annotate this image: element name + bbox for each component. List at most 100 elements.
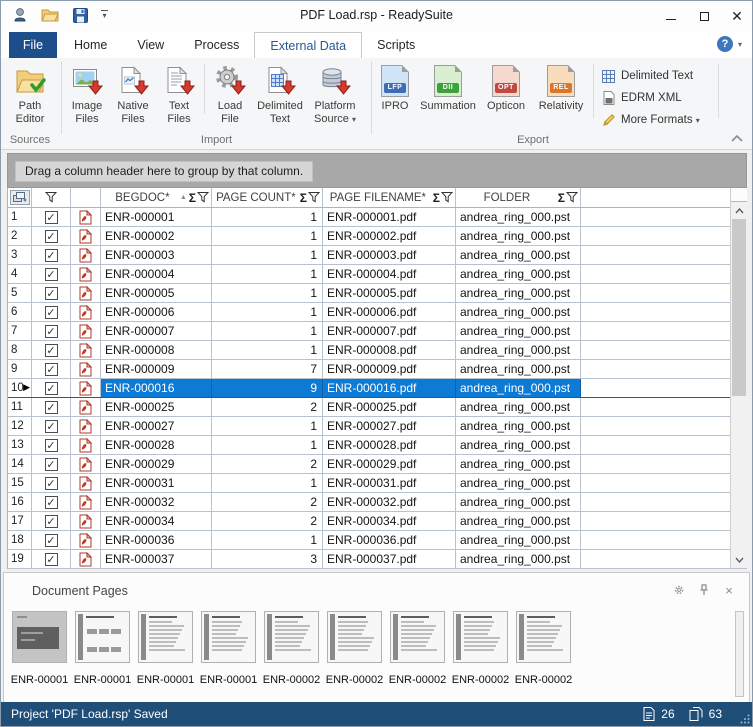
document-page-thumbnail[interactable]: ENR-00001 bbox=[200, 611, 257, 699]
row-checkbox[interactable]: ✓ bbox=[44, 438, 58, 452]
document-page-thumbnail[interactable]: ENR-00001 bbox=[11, 611, 68, 699]
scrollbar-thumb[interactable] bbox=[732, 219, 746, 396]
begdoc-cell[interactable]: ENR-000025 bbox=[101, 398, 212, 416]
row-number-cell[interactable]: 8 bbox=[8, 341, 32, 359]
scroll-down-arrow-icon[interactable] bbox=[731, 553, 747, 567]
summary-sigma-icon[interactable]: Σ bbox=[300, 191, 307, 205]
row-checkbox-cell[interactable]: ✓ bbox=[32, 284, 71, 302]
folder-cell[interactable]: andrea_ring_000.pst bbox=[456, 360, 581, 378]
pdf-column-header[interactable] bbox=[71, 188, 101, 207]
row-checkbox[interactable]: ✓ bbox=[44, 495, 58, 509]
page-filename-cell[interactable]: ENR-000037.pdf bbox=[323, 550, 456, 568]
begdoc-cell[interactable]: ENR-000002 bbox=[101, 227, 212, 245]
page-filename-cell[interactable]: ENR-000036.pdf bbox=[323, 531, 456, 549]
row-number-cell[interactable]: 19 bbox=[8, 550, 32, 568]
document-page-thumbnail[interactable]: ENR-00002 bbox=[326, 611, 383, 699]
path-editor-button[interactable]: Path Editor bbox=[8, 63, 52, 125]
page-count-cell[interactable]: 1 bbox=[212, 322, 323, 340]
document-page-thumbnail[interactable]: ENR-00001 bbox=[74, 611, 131, 699]
edrm-xml-export-button[interactable]: EDRM XML bbox=[601, 88, 715, 108]
platform-source-button[interactable]: Platform Source ▾ bbox=[307, 63, 363, 126]
row-checkbox-cell[interactable]: ✓ bbox=[32, 493, 71, 511]
column-header-folder[interactable]: FOLDER Σ bbox=[456, 188, 581, 207]
table-row[interactable]: 17 ✓ ENR-000034 2 ENR-000034.pdf andrea_ring_… bbox=[8, 512, 747, 531]
document-page-thumbnail[interactable]: ENR-00002 bbox=[452, 611, 509, 699]
text-files-button[interactable]: Text Files bbox=[156, 63, 202, 125]
row-number-cell[interactable]: 14 bbox=[8, 455, 32, 473]
collapse-ribbon-chevron-icon[interactable] bbox=[731, 135, 743, 142]
summation-export-button[interactable]: DII Summation bbox=[416, 63, 480, 113]
folder-cell[interactable]: andrea_ring_000.pst bbox=[456, 322, 581, 340]
help-caret-icon[interactable]: ▾ bbox=[738, 40, 742, 49]
page-filename-cell[interactable]: ENR-000006.pdf bbox=[323, 303, 456, 321]
row-checkbox[interactable]: ✓ bbox=[44, 229, 58, 243]
row-checkbox[interactable]: ✓ bbox=[44, 267, 58, 281]
table-row[interactable]: 18 ✓ ENR-000036 1 ENR-000036.pdf andrea_ring_… bbox=[8, 531, 747, 550]
page-count-cell[interactable]: 1 bbox=[212, 227, 323, 245]
row-checkbox[interactable]: ✓ bbox=[44, 457, 58, 471]
document-page-thumbnail[interactable]: ENR-00002 bbox=[389, 611, 446, 699]
resize-grip[interactable] bbox=[740, 714, 750, 724]
table-row[interactable]: 5 ✓ ENR-000005 1 ENR-000005.pdf andrea_ring_0… bbox=[8, 284, 747, 303]
opticon-export-button[interactable]: OPT Opticon bbox=[480, 63, 532, 113]
page-count-cell[interactable]: 1 bbox=[212, 417, 323, 435]
begdoc-cell[interactable]: ENR-000009 bbox=[101, 360, 212, 378]
gear-icon[interactable] bbox=[673, 584, 685, 596]
page-filename-cell[interactable]: ENR-000008.pdf bbox=[323, 341, 456, 359]
row-checkbox-cell[interactable]: ✓ bbox=[32, 417, 71, 435]
table-row[interactable]: 13 ✓ ENR-000028 1 ENR-000028.pdf andrea_ring_… bbox=[8, 436, 747, 455]
begdoc-cell[interactable]: ENR-000016 bbox=[101, 379, 212, 397]
page-filename-cell[interactable]: ENR-000031.pdf bbox=[323, 474, 456, 492]
tab-view[interactable]: View bbox=[122, 32, 179, 58]
row-checkbox[interactable]: ✓ bbox=[44, 324, 58, 338]
scroll-up-arrow-icon[interactable] bbox=[731, 204, 747, 218]
load-file-button[interactable]: Load File bbox=[207, 63, 253, 125]
row-checkbox[interactable]: ✓ bbox=[44, 343, 58, 357]
table-row[interactable]: 3 ✓ ENR-000003 1 ENR-000003.pdf andrea_ring_0… bbox=[8, 246, 747, 265]
row-checkbox-cell[interactable]: ✓ bbox=[32, 455, 71, 473]
page-count-cell[interactable]: 2 bbox=[212, 512, 323, 530]
document-page-thumbnail[interactable]: ENR-00001 bbox=[137, 611, 194, 699]
table-row[interactable]: 16 ✓ ENR-000032 2 ENR-000032.pdf andrea_ring_… bbox=[8, 493, 747, 512]
table-row[interactable]: 15 ✓ ENR-000031 1 ENR-000031.pdf andrea_ring_… bbox=[8, 474, 747, 493]
folder-cell[interactable]: andrea_ring_000.pst bbox=[456, 227, 581, 245]
page-count-cell[interactable]: 1 bbox=[212, 246, 323, 264]
row-checkbox-cell[interactable]: ✓ bbox=[32, 531, 71, 549]
row-checkbox[interactable]: ✓ bbox=[44, 305, 58, 319]
table-row[interactable]: 7 ✓ ENR-000007 1 ENR-000007.pdf andrea_ring_0… bbox=[8, 322, 747, 341]
table-row[interactable]: 11 ✓ ENR-000025 2 ENR-000025.pdf andrea_ring_… bbox=[8, 398, 747, 417]
row-number-cell[interactable]: 13 bbox=[8, 436, 32, 454]
folder-cell[interactable]: andrea_ring_000.pst bbox=[456, 303, 581, 321]
page-count-cell[interactable]: 2 bbox=[212, 493, 323, 511]
row-number-cell[interactable]: 12 bbox=[8, 417, 32, 435]
page-count-cell[interactable]: 1 bbox=[212, 208, 323, 226]
row-checkbox[interactable]: ✓ bbox=[44, 248, 58, 262]
folder-cell[interactable]: andrea_ring_000.pst bbox=[456, 379, 581, 397]
row-checkbox-cell[interactable]: ✓ bbox=[32, 322, 71, 340]
tab-file[interactable]: File bbox=[9, 32, 57, 58]
table-row[interactable]: 9 ✓ ENR-000009 7 ENR-000009.pdf andrea_ring_0… bbox=[8, 360, 747, 379]
row-number-cell[interactable]: 7 bbox=[8, 322, 32, 340]
row-checkbox-cell[interactable]: ✓ bbox=[32, 303, 71, 321]
begdoc-cell[interactable]: ENR-000036 bbox=[101, 531, 212, 549]
pin-icon[interactable] bbox=[698, 584, 710, 596]
page-count-cell[interactable]: 9 bbox=[212, 379, 323, 397]
table-row[interactable]: 8 ✓ ENR-000008 1 ENR-000008.pdf andrea_ring_0… bbox=[8, 341, 747, 360]
row-checkbox-cell[interactable]: ✓ bbox=[32, 379, 71, 397]
column-header-page-count[interactable]: PAGE COUNT* Σ bbox=[212, 188, 323, 207]
row-number-cell[interactable]: 15 bbox=[8, 474, 32, 492]
summary-sigma-icon[interactable]: Σ bbox=[558, 191, 565, 205]
row-checkbox[interactable]: ✓ bbox=[44, 381, 58, 395]
page-filename-cell[interactable]: ENR-000009.pdf bbox=[323, 360, 456, 378]
row-checkbox[interactable]: ✓ bbox=[44, 476, 58, 490]
row-checkbox-cell[interactable]: ✓ bbox=[32, 208, 71, 226]
column-header-page-filename[interactable]: PAGE FILENAME* Σ bbox=[323, 188, 456, 207]
row-number-cell[interactable]: 6 bbox=[8, 303, 32, 321]
folder-cell[interactable]: andrea_ring_000.pst bbox=[456, 265, 581, 283]
begdoc-cell[interactable]: ENR-000027 bbox=[101, 417, 212, 435]
begdoc-cell[interactable]: ENR-000007 bbox=[101, 322, 212, 340]
page-count-cell[interactable]: 1 bbox=[212, 531, 323, 549]
document-page-thumbnail[interactable]: ENR-00002 bbox=[515, 611, 572, 699]
vertical-scrollbar[interactable] bbox=[730, 188, 747, 568]
page-filename-cell[interactable]: ENR-000032.pdf bbox=[323, 493, 456, 511]
